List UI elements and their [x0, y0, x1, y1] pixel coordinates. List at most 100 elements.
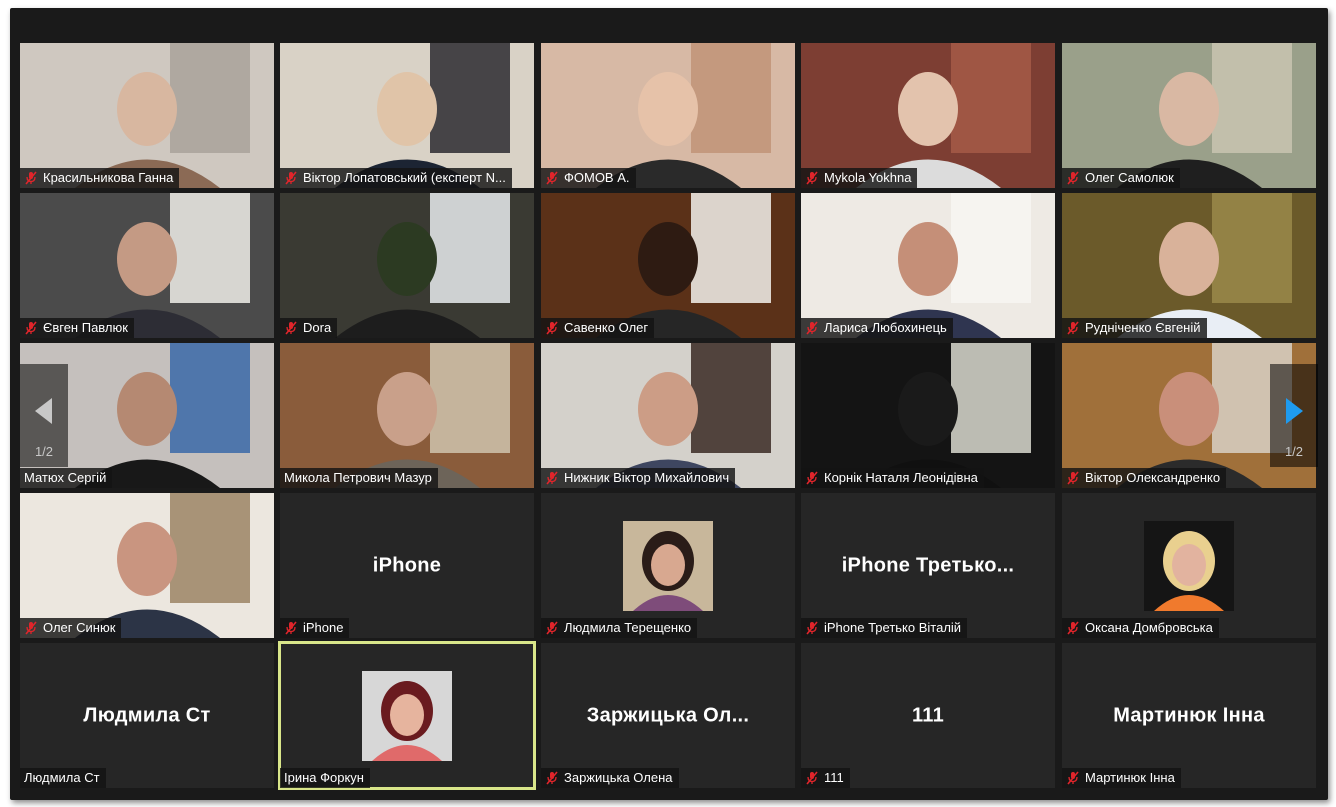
participant-name-label: Віктор Лопатовський (експерт N... — [280, 168, 512, 188]
participant-tile[interactable]: Микола Петрович Мазур — [280, 343, 534, 488]
previous-page-button[interactable]: 1/2 — [20, 364, 68, 467]
participant-video — [1062, 43, 1316, 188]
participant-tile[interactable]: Рудніченко Євгеній — [1062, 193, 1316, 338]
video-gallery-grid: Красильникова Ганна Віктор Лопатовський (… — [0, 0, 1336, 807]
participant-name: iPhone — [303, 620, 344, 635]
participant-video — [1062, 193, 1316, 338]
participant-tile[interactable]: iPhone iPhone — [280, 493, 534, 638]
participant-name: Микола Петрович Мазур — [284, 470, 432, 485]
participant-tile[interactable]: Людмила Терещенко — [541, 493, 795, 638]
participant-tile[interactable]: Людмила Ст Людмила Ст — [20, 643, 274, 788]
participant-name: Mykola Yokhna — [824, 170, 912, 185]
muted-mic-icon — [285, 171, 297, 185]
muted-mic-icon — [806, 621, 818, 635]
participant-tile[interactable]: Євген Павлюк — [20, 193, 274, 338]
page-indicator: 1/2 — [34, 444, 54, 459]
participant-name: Лариса Любохинець — [824, 320, 947, 335]
participant-tile[interactable]: Віктор Лопатовський (експерт N... — [280, 43, 534, 188]
participant-tile[interactable]: Корнік Наталя Леонідівна — [801, 343, 1055, 488]
participant-display-name: 111 — [911, 704, 945, 726]
avatar-photo — [362, 670, 452, 761]
participant-name: Dora — [303, 320, 332, 335]
participant-name-label: iPhone Третько Віталій — [801, 618, 968, 638]
participant-name: Савенко Олег — [564, 320, 649, 335]
participant-name-label: ФОМОВ А. — [541, 168, 636, 188]
participant-tile[interactable]: ФОМОВ А. — [541, 43, 795, 188]
participant-tile[interactable]: Оксана Домбровська — [1062, 493, 1316, 638]
participant-video — [280, 343, 534, 488]
avatar-photo — [1144, 520, 1234, 611]
participant-name-label: Євген Павлюк — [20, 318, 134, 338]
participant-avatar — [362, 670, 452, 761]
participant-tile[interactable]: Олег Самолюк — [1062, 43, 1316, 188]
muted-mic-icon — [806, 171, 818, 185]
participant-video — [541, 43, 795, 188]
participant-name: Мартинюк Інна — [1085, 770, 1175, 785]
participant-name: Корнік Наталя Леонідівна — [824, 470, 978, 485]
muted-mic-icon — [546, 771, 558, 785]
participant-tile[interactable]: Нижник Віктор Михайлович — [541, 343, 795, 488]
muted-mic-icon — [1067, 321, 1079, 335]
participant-name: Матюх Сергій — [24, 470, 107, 485]
participant-tile[interactable]: 111 111 — [801, 643, 1055, 788]
participant-name-label: Віктор Олександренко — [1062, 468, 1227, 488]
participant-name-label: Заржицька Олена — [541, 768, 679, 788]
participant-tile[interactable]: Ірина Форкун — [278, 641, 536, 790]
participant-name-label: Корнік Наталя Леонідівна — [801, 468, 984, 488]
muted-mic-icon — [25, 321, 37, 335]
participant-name-label: Людмила Ст — [20, 768, 106, 788]
participant-tile[interactable]: Олег Синюк — [20, 493, 274, 638]
participant-name-label: Мартинюк Інна — [1062, 768, 1181, 788]
participant-tile[interactable]: iPhone Третько... iPhone Третько Віталій — [801, 493, 1055, 638]
participant-tile[interactable]: Савенко Олег — [541, 193, 795, 338]
participant-tile[interactable]: Лариса Любохинець — [801, 193, 1055, 338]
participant-tile[interactable]: Красильникова Ганна — [20, 43, 274, 188]
chevron-left-icon — [35, 398, 52, 424]
muted-mic-icon — [1067, 471, 1079, 485]
participant-display-name: Людмила Ст — [83, 704, 211, 726]
muted-mic-icon — [546, 171, 558, 185]
participant-name-label: Лариса Любохинець — [801, 318, 953, 338]
participant-name-label: Красильникова Ганна — [20, 168, 180, 188]
participant-video — [280, 193, 534, 338]
participant-tile[interactable]: Мартинюк Інна Мартинюк Інна — [1062, 643, 1316, 788]
participant-name: Рудніченко Євгеній — [1085, 320, 1201, 335]
muted-mic-icon — [285, 321, 297, 335]
muted-mic-icon — [25, 621, 37, 635]
participant-name-label: Оксана Домбровська — [1062, 618, 1219, 638]
participant-name-label: Матюх Сергій — [20, 468, 113, 488]
participant-name-label: Олег Самолюк — [1062, 168, 1180, 188]
participant-video — [801, 193, 1055, 338]
muted-mic-icon — [806, 771, 818, 785]
participant-name-label: Рудніченко Євгеній — [1062, 318, 1207, 338]
participant-name: Віктор Олександренко — [1085, 470, 1221, 485]
avatar-photo — [623, 520, 713, 611]
participant-name: Євген Павлюк — [43, 320, 128, 335]
muted-mic-icon — [25, 171, 37, 185]
participant-name: Красильникова Ганна — [43, 170, 174, 185]
participant-tile[interactable]: Mykola Yokhna — [801, 43, 1055, 188]
participant-display-name: iPhone — [372, 554, 442, 576]
participant-video — [541, 343, 795, 488]
chevron-right-icon — [1286, 398, 1303, 424]
participant-name: Олег Самолюк — [1085, 170, 1174, 185]
participant-name: Олег Синюк — [43, 620, 116, 635]
participant-video — [20, 43, 274, 188]
muted-mic-icon — [806, 321, 818, 335]
muted-mic-icon — [806, 471, 818, 485]
participant-name: Оксана Домбровська — [1085, 620, 1213, 635]
muted-mic-icon — [546, 471, 558, 485]
participant-display-name: iPhone Третько... — [841, 554, 1015, 576]
next-page-button[interactable]: 1/2 — [1270, 364, 1318, 467]
participant-name: Ірина Форкун — [284, 770, 364, 785]
participant-video — [280, 43, 534, 188]
participant-name-label: 111 — [801, 768, 850, 788]
participant-name: Заржицька Олена — [564, 770, 673, 785]
participant-tile[interactable]: Dora — [280, 193, 534, 338]
participant-name: iPhone Третько Віталій — [824, 620, 962, 635]
participant-tile[interactable]: Заржицька Ол... Заржицька Олена — [541, 643, 795, 788]
participant-name-label: Олег Синюк — [20, 618, 122, 638]
participant-name-label: Нижник Віктор Михайлович — [541, 468, 736, 488]
participant-name: 111 — [824, 770, 844, 785]
participant-name: ФОМОВ А. — [564, 170, 630, 185]
